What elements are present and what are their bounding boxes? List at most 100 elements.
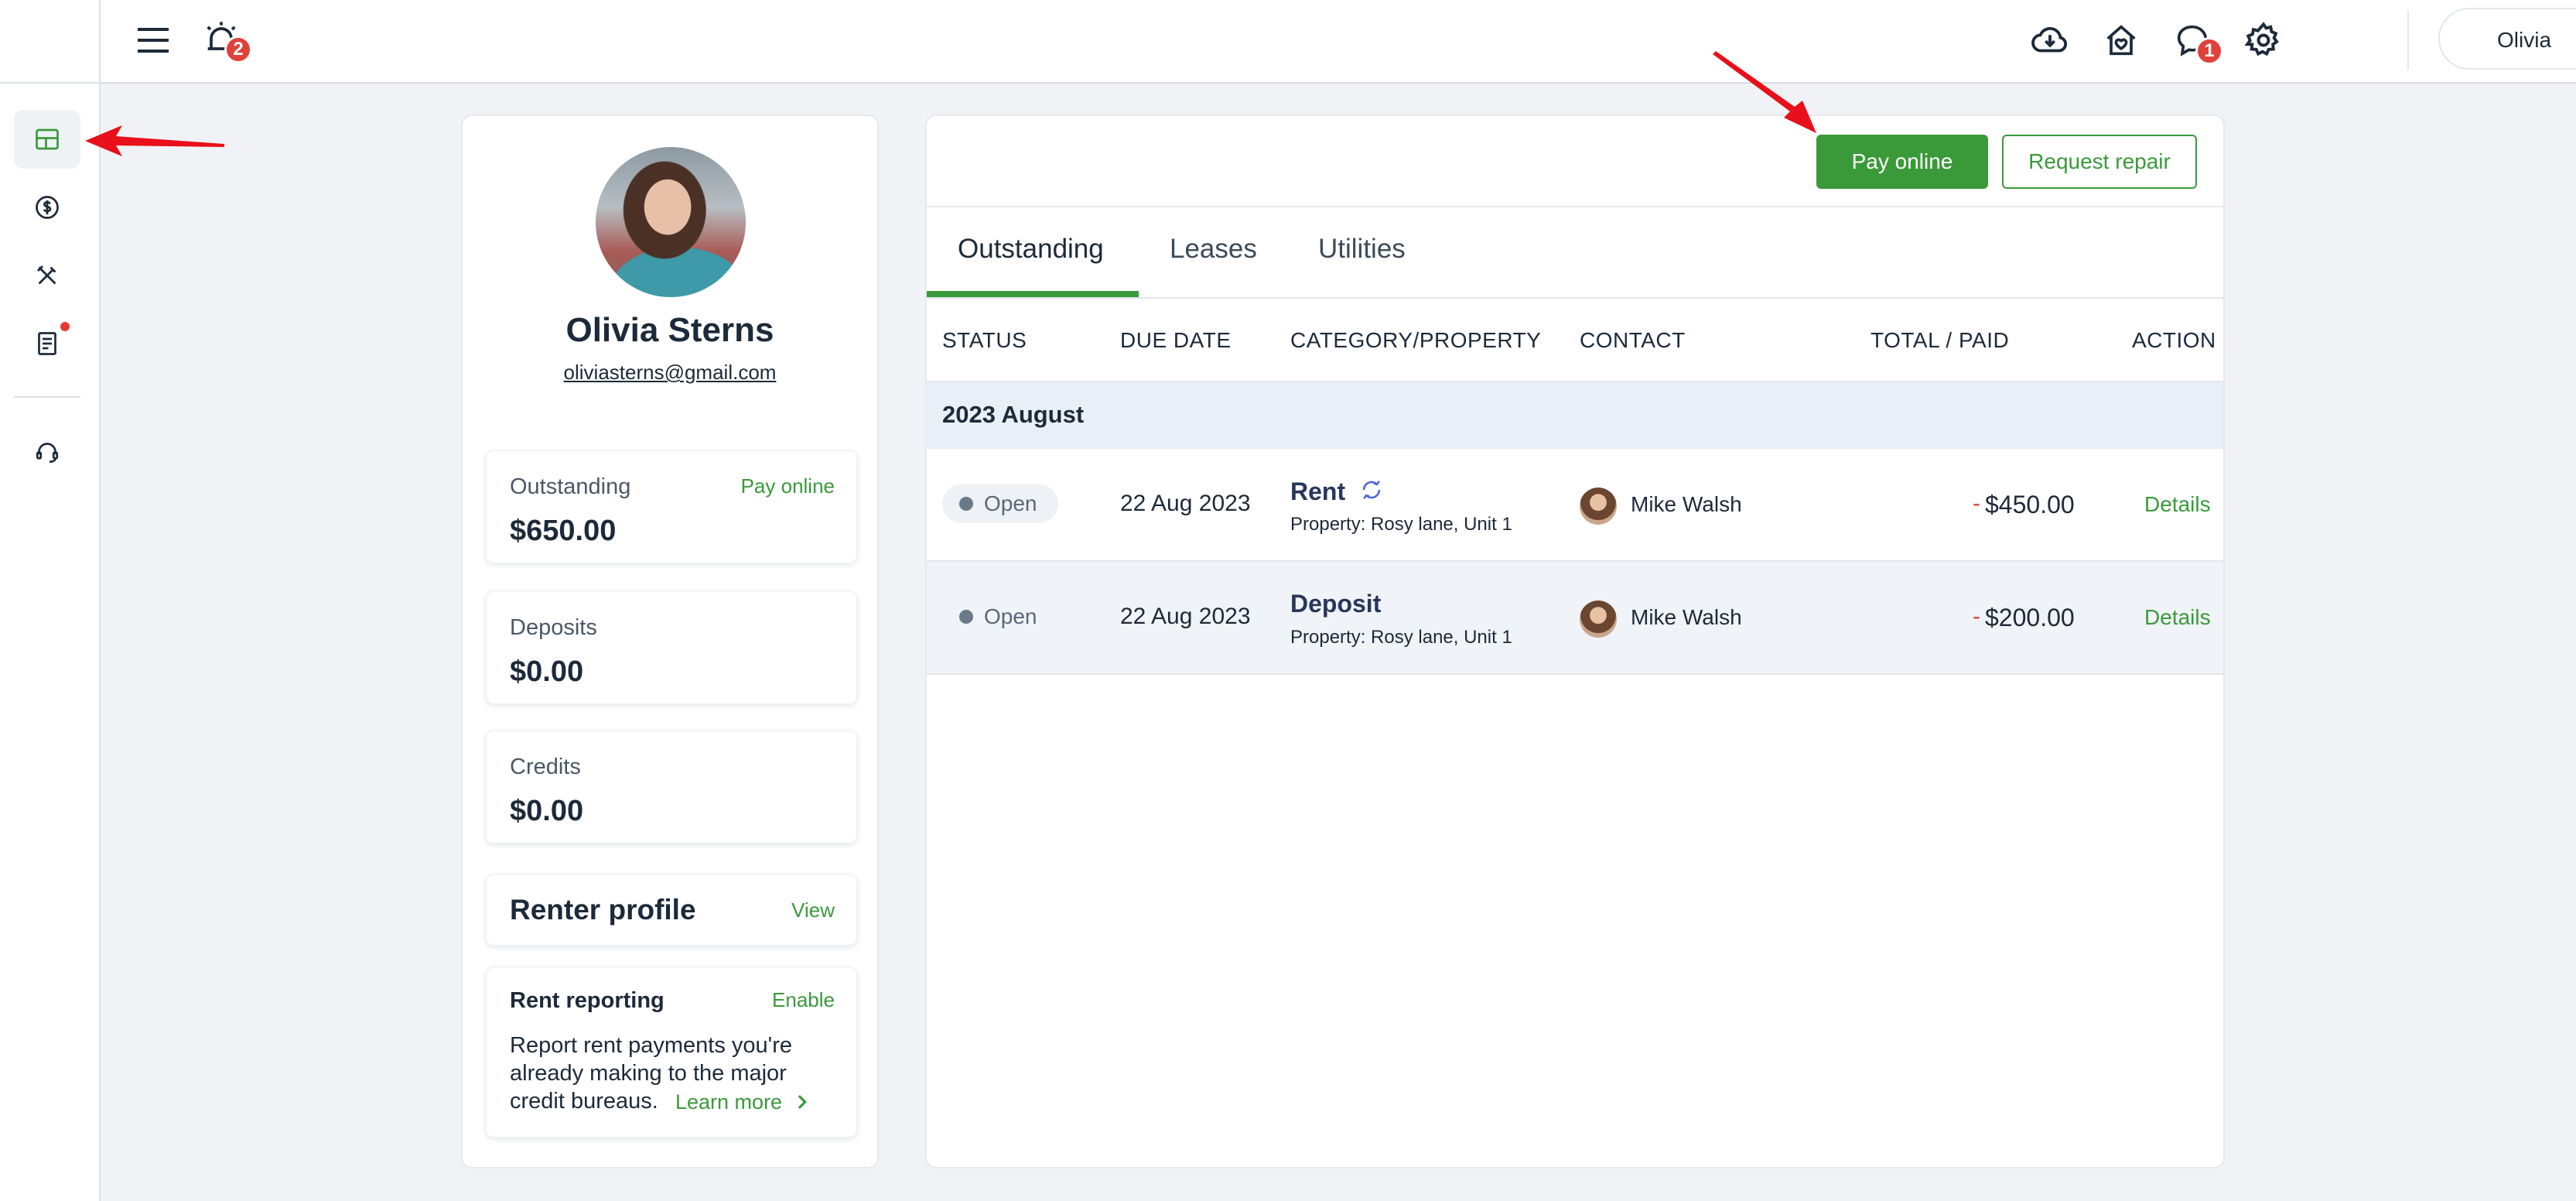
alerts-button[interactable]: 2: [198, 15, 252, 63]
table-row[interactable]: Open 22 Aug 2023 Rent Property: Rosy lan…: [927, 449, 2223, 562]
property-label: Property: Rosy lane, Unit 1: [1290, 514, 1512, 535]
tools-icon: [37, 265, 56, 285]
category-label: Rent: [1290, 477, 1346, 505]
outstanding-label: Outstanding: [510, 474, 631, 499]
document-icon: [38, 332, 56, 355]
cloud-download-icon: [2031, 27, 2068, 53]
status-badge: Open: [942, 597, 1058, 636]
home-icon: [2106, 25, 2136, 56]
amount-value: $450.00: [1985, 491, 2075, 518]
profile-name: Olivia Sterns: [565, 311, 774, 349]
status-dot: [959, 497, 973, 511]
dollar-icon: [36, 196, 59, 219]
deposits-label: Deposits: [510, 615, 597, 640]
tab-utilities[interactable]: Utilities: [1318, 234, 1406, 265]
sidebar-item-support[interactable]: [14, 423, 80, 481]
category-title: Deposit: [1290, 590, 1382, 618]
pay-online-link[interactable]: Pay online: [741, 474, 835, 498]
annotation-arrow-pay-online: [1713, 51, 1816, 133]
status-dot: [959, 610, 973, 624]
column-contact: CONTACT: [1580, 328, 1686, 352]
rent-reporting-text-2: already making to the major: [510, 1061, 787, 1086]
status-text: Open: [984, 604, 1037, 628]
outstanding-value: $650.00: [510, 515, 617, 547]
topbar-separator: [2407, 11, 2409, 70]
support-headset-icon: [36, 443, 59, 464]
outstanding-card: Outstanding Pay online $650.00: [486, 450, 857, 563]
rent-reporting-label: Rent reporting: [510, 988, 664, 1013]
annotation-arrow-sidebar: [85, 125, 224, 156]
messages-badge: 1: [2195, 37, 2223, 65]
renter-profile-label: Renter profile: [510, 894, 696, 926]
profile-photo: [596, 147, 746, 297]
amount-sign: -: [1973, 491, 1980, 516]
amount-sign: -: [1973, 604, 1980, 629]
chevron-right-icon: [798, 1095, 807, 1109]
column-total-paid: TOTAL / PAID: [1871, 328, 2010, 352]
sidebar-item-maintenance[interactable]: [14, 246, 80, 305]
tab-outstanding[interactable]: Outstanding: [958, 234, 1104, 265]
tabs-divider: [927, 297, 2223, 299]
gear-icon: [2244, 22, 2279, 56]
group-header: 2023 August: [927, 382, 2223, 449]
due-date: 22 Aug 2023: [1120, 604, 1251, 629]
tab-leases[interactable]: Leases: [1170, 234, 1257, 265]
sidebar: [0, 0, 101, 1201]
category-title: Rent: [1290, 477, 1385, 506]
table-row[interactable]: Open 22 Aug 2023 Deposit Property: Rosy …: [927, 562, 2223, 675]
credits-label: Credits: [510, 754, 581, 779]
learn-more-label: Learn more: [675, 1090, 783, 1114]
rent-reporting-text-3: credit bureaus.: [510, 1089, 658, 1114]
group-label: 2023 August: [942, 401, 1085, 428]
main-panel: Pay online Request repair Outstanding Le…: [925, 115, 2225, 1168]
rent-reporting-card: Rent reporting Enable Report rent paymen…: [486, 967, 857, 1138]
logo-area: [0, 0, 99, 84]
active-tab-indicator: [927, 291, 1139, 297]
deposits-card: Deposits $0.00: [486, 591, 857, 704]
home-button[interactable]: [2098, 17, 2144, 63]
sidebar-item-documents[interactable]: [14, 314, 80, 373]
learn-more-link[interactable]: Learn more: [675, 1090, 808, 1114]
download-button[interactable]: [2027, 17, 2073, 63]
alerts-badge: 2: [224, 36, 252, 63]
property-label: Property: Rosy lane, Unit 1: [1290, 627, 1512, 648]
user-name: Olivia: [2497, 28, 2552, 52]
details-link[interactable]: Details: [2144, 605, 2211, 630]
header-divider: [927, 206, 2223, 207]
status-badge: Open: [942, 484, 1058, 523]
status-text: Open: [984, 491, 1037, 515]
renter-profile-card: Renter profile View: [486, 874, 857, 946]
renter-profile-view-link[interactable]: View: [791, 898, 835, 922]
amount-value: $200.00: [1985, 604, 2075, 631]
hamburger-icon: [138, 28, 169, 53]
rent-reporting-text-1: Report rent payments you're: [510, 1033, 792, 1058]
messages-button[interactable]: 1: [2169, 17, 2223, 65]
recurring-icon: [1362, 480, 1381, 500]
notification-dot: [60, 322, 70, 331]
profile-email[interactable]: oliviasterns@gmail.com: [463, 361, 877, 385]
pay-online-button[interactable]: Pay online: [1816, 135, 1988, 189]
due-date: 22 Aug 2023: [1120, 491, 1251, 516]
user-menu[interactable]: Olivia: [2438, 8, 2576, 70]
credits-value: $0.00: [510, 795, 584, 827]
deposits-value: $0.00: [510, 655, 584, 688]
request-repair-button[interactable]: Request repair: [2002, 135, 2197, 189]
sidebar-item-dashboard[interactable]: [14, 110, 80, 169]
column-category: CATEGORY/PROPERTY: [1290, 328, 1542, 352]
column-action: ACTION: [2132, 328, 2216, 352]
menu-button[interactable]: [132, 19, 175, 62]
contact-avatar: [1580, 488, 1617, 525]
credits-card: Credits $0.00: [486, 731, 857, 843]
settings-button[interactable]: [2240, 17, 2287, 63]
rent-reporting-enable-link[interactable]: Enable: [772, 988, 835, 1012]
dashboard-icon: [36, 128, 59, 150]
sidebar-divider: [14, 396, 80, 398]
sidebar-item-payments[interactable]: [14, 178, 80, 237]
profile-card: Olivia Sterns oliviasterns@gmail.com Out…: [461, 115, 879, 1168]
contact-name: Mike Walsh: [1631, 605, 1742, 629]
column-status: STATUS: [942, 328, 1027, 352]
contact-avatar: [1580, 600, 1617, 638]
contact-name: Mike Walsh: [1631, 492, 1742, 516]
column-due-date: DUE DATE: [1120, 328, 1232, 352]
details-link[interactable]: Details: [2144, 492, 2211, 517]
